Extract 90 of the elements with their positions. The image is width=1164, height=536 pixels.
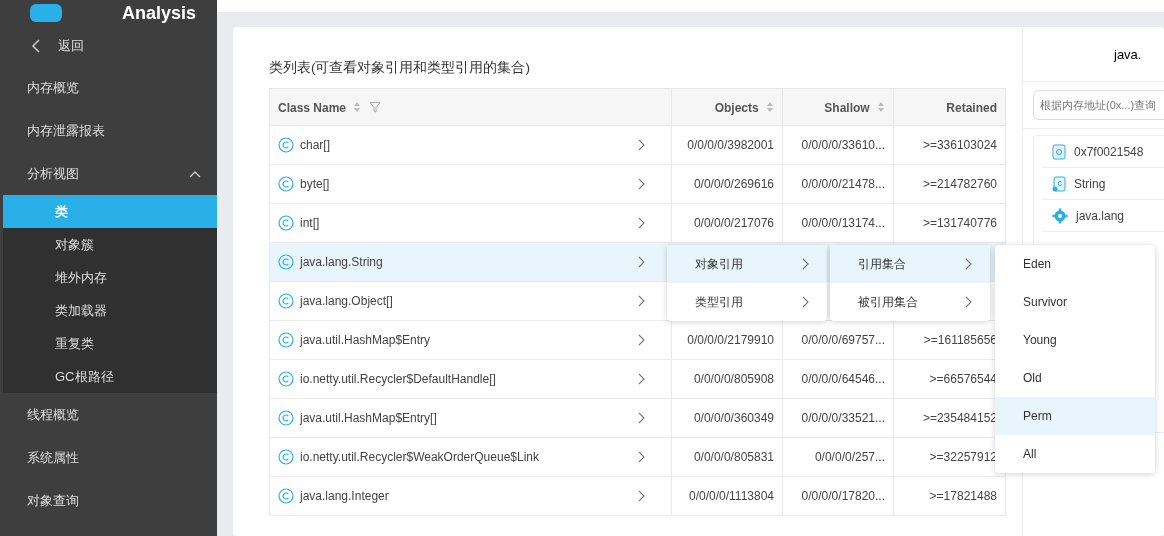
class-name: byte[] bbox=[300, 177, 331, 191]
table-cell: 0/0/0/0/69757... bbox=[801, 333, 885, 347]
class-name: io.netty.util.Recycler$DefaultHandle[] bbox=[300, 372, 497, 386]
crosshair-icon bbox=[1052, 207, 1068, 224]
class-name: java.lang.Integer bbox=[300, 489, 390, 503]
table-cell: 0/0/0/0/3982001 bbox=[687, 138, 774, 152]
info-text: java.lang bbox=[1076, 208, 1125, 223]
table-cell: 0/0/0/0/21478... bbox=[801, 177, 885, 191]
class-icon bbox=[278, 410, 294, 426]
class-name: int[] bbox=[300, 216, 321, 230]
table-cell: 0/0/0/0/257... bbox=[814, 450, 885, 464]
chevron-right-icon[interactable] bbox=[637, 139, 645, 151]
chevron-left-icon bbox=[30, 38, 42, 54]
chevron-up-icon bbox=[189, 169, 201, 178]
column-header[interactable]: Objects bbox=[671, 88, 783, 126]
table-cell: 0/0/0/0/217076 bbox=[693, 216, 774, 230]
menu-item[interactable]: Perm bbox=[995, 397, 1155, 435]
menu-item[interactable]: 引用集合 bbox=[830, 245, 990, 283]
class-icon bbox=[278, 488, 294, 504]
nav-subitem[interactable]: 重复类 bbox=[3, 327, 217, 360]
table-cell: 0/0/0/0/269616 bbox=[693, 177, 774, 191]
chevron-right-icon[interactable] bbox=[637, 217, 645, 229]
nav-item[interactable]: 内存概览 bbox=[0, 66, 217, 109]
class-icon bbox=[278, 215, 294, 231]
table-cell: 0/0/0/0/17820... bbox=[801, 489, 885, 503]
table-cell: 0/0/0/0/64546... bbox=[801, 372, 885, 386]
file-class-icon bbox=[1052, 175, 1066, 192]
nav-item[interactable]: 系统属性 bbox=[0, 436, 217, 479]
nav-subitem[interactable]: 类加载器 bbox=[3, 294, 217, 327]
nav-item[interactable]: 对象查询 bbox=[0, 479, 217, 522]
table-cell: 0/0/0/0/805831 bbox=[693, 450, 774, 464]
nav-item[interactable]: 分析视图 bbox=[0, 152, 217, 195]
class-icon bbox=[278, 137, 294, 153]
nav-subitem[interactable]: GC根路径 bbox=[3, 360, 217, 393]
nav-item[interactable]: 内存泄露报表 bbox=[0, 109, 217, 152]
class-icon bbox=[278, 332, 294, 348]
chevron-right-icon[interactable] bbox=[637, 295, 645, 307]
table-cell: >=66576544 bbox=[929, 372, 997, 386]
chevron-right-icon[interactable] bbox=[637, 373, 645, 385]
table-cell: 0/0/0/0/33610... bbox=[801, 138, 885, 152]
column-header[interactable]: Retained bbox=[893, 88, 1006, 126]
table-cell: >=336103024 bbox=[922, 138, 997, 152]
menu-item[interactable]: 类型引用 bbox=[667, 283, 827, 321]
card-title: 类列表(可查看对象引用和类型引用的集合) bbox=[269, 59, 531, 77]
menu-item[interactable]: 对象引用 bbox=[667, 245, 827, 283]
table-cell: >=131740776 bbox=[922, 216, 997, 230]
info-text: 0x7f0021548 bbox=[1074, 144, 1144, 159]
table-cell: 0/0/0/0/13174... bbox=[801, 216, 885, 230]
chevron-right-icon[interactable] bbox=[637, 490, 645, 502]
class-icon bbox=[278, 449, 294, 465]
back-button[interactable]: 返回 bbox=[0, 26, 84, 66]
class-name: java.util.HashMap$Entry bbox=[300, 333, 432, 347]
nav-subitem[interactable]: 堆外内存 bbox=[3, 261, 217, 294]
table-cell: 0/0/0/0/2179910 bbox=[687, 333, 774, 347]
class-icon bbox=[278, 176, 294, 192]
column-header[interactable]: Shallow bbox=[782, 88, 894, 126]
chevron-right-icon bbox=[801, 296, 809, 308]
table-cell: 0/0/0/0/1113804 bbox=[689, 489, 774, 503]
chevron-right-icon bbox=[964, 258, 972, 270]
info-text: String bbox=[1074, 176, 1106, 191]
class-name: io.netty.util.Recycler$WeakOrderQueue$Link bbox=[300, 450, 540, 464]
class-name: char[] bbox=[300, 138, 331, 152]
table-cell: 0/0/0/0/33521... bbox=[801, 411, 885, 425]
table-cell: >=161185656 bbox=[923, 333, 997, 347]
table-cell: 0/0/0/0/360349 bbox=[693, 411, 774, 425]
table-cell: >=32257912 bbox=[929, 450, 997, 464]
class-name: java.util.HashMap$Entry[] bbox=[300, 411, 438, 425]
class-icon bbox=[278, 254, 294, 270]
class-icon bbox=[278, 371, 294, 387]
class-name: java.lang.Object[] bbox=[300, 294, 394, 308]
chevron-right-icon[interactable] bbox=[637, 334, 645, 346]
chevron-right-icon[interactable] bbox=[637, 451, 645, 463]
chevron-right-icon bbox=[964, 296, 972, 308]
class-icon bbox=[278, 293, 294, 309]
logo-icon bbox=[30, 4, 62, 22]
table-cell: >=17821488 bbox=[929, 489, 997, 503]
search-field[interactable]: 根据内存地址(0x...)查询 bbox=[1033, 90, 1164, 120]
table-cell: 0/0/0/0/805908 bbox=[693, 372, 774, 386]
panel-title: java. bbox=[1114, 46, 1142, 62]
app-title: Analysis bbox=[122, 2, 197, 24]
nav-item[interactable]: 线程概览 bbox=[0, 393, 217, 436]
class-name: java.lang.String bbox=[300, 255, 384, 269]
chevron-right-icon bbox=[801, 258, 809, 270]
table-cell: >=214782760 bbox=[922, 177, 997, 191]
menu-item[interactable]: 被引用集合 bbox=[830, 283, 990, 321]
chevron-right-icon[interactable] bbox=[637, 256, 645, 268]
chevron-right-icon[interactable] bbox=[637, 178, 645, 190]
chevron-right-icon[interactable] bbox=[637, 412, 645, 424]
nav-subitem[interactable]: 对象簇 bbox=[3, 228, 217, 261]
table-cell: >=235484152 bbox=[922, 411, 997, 425]
